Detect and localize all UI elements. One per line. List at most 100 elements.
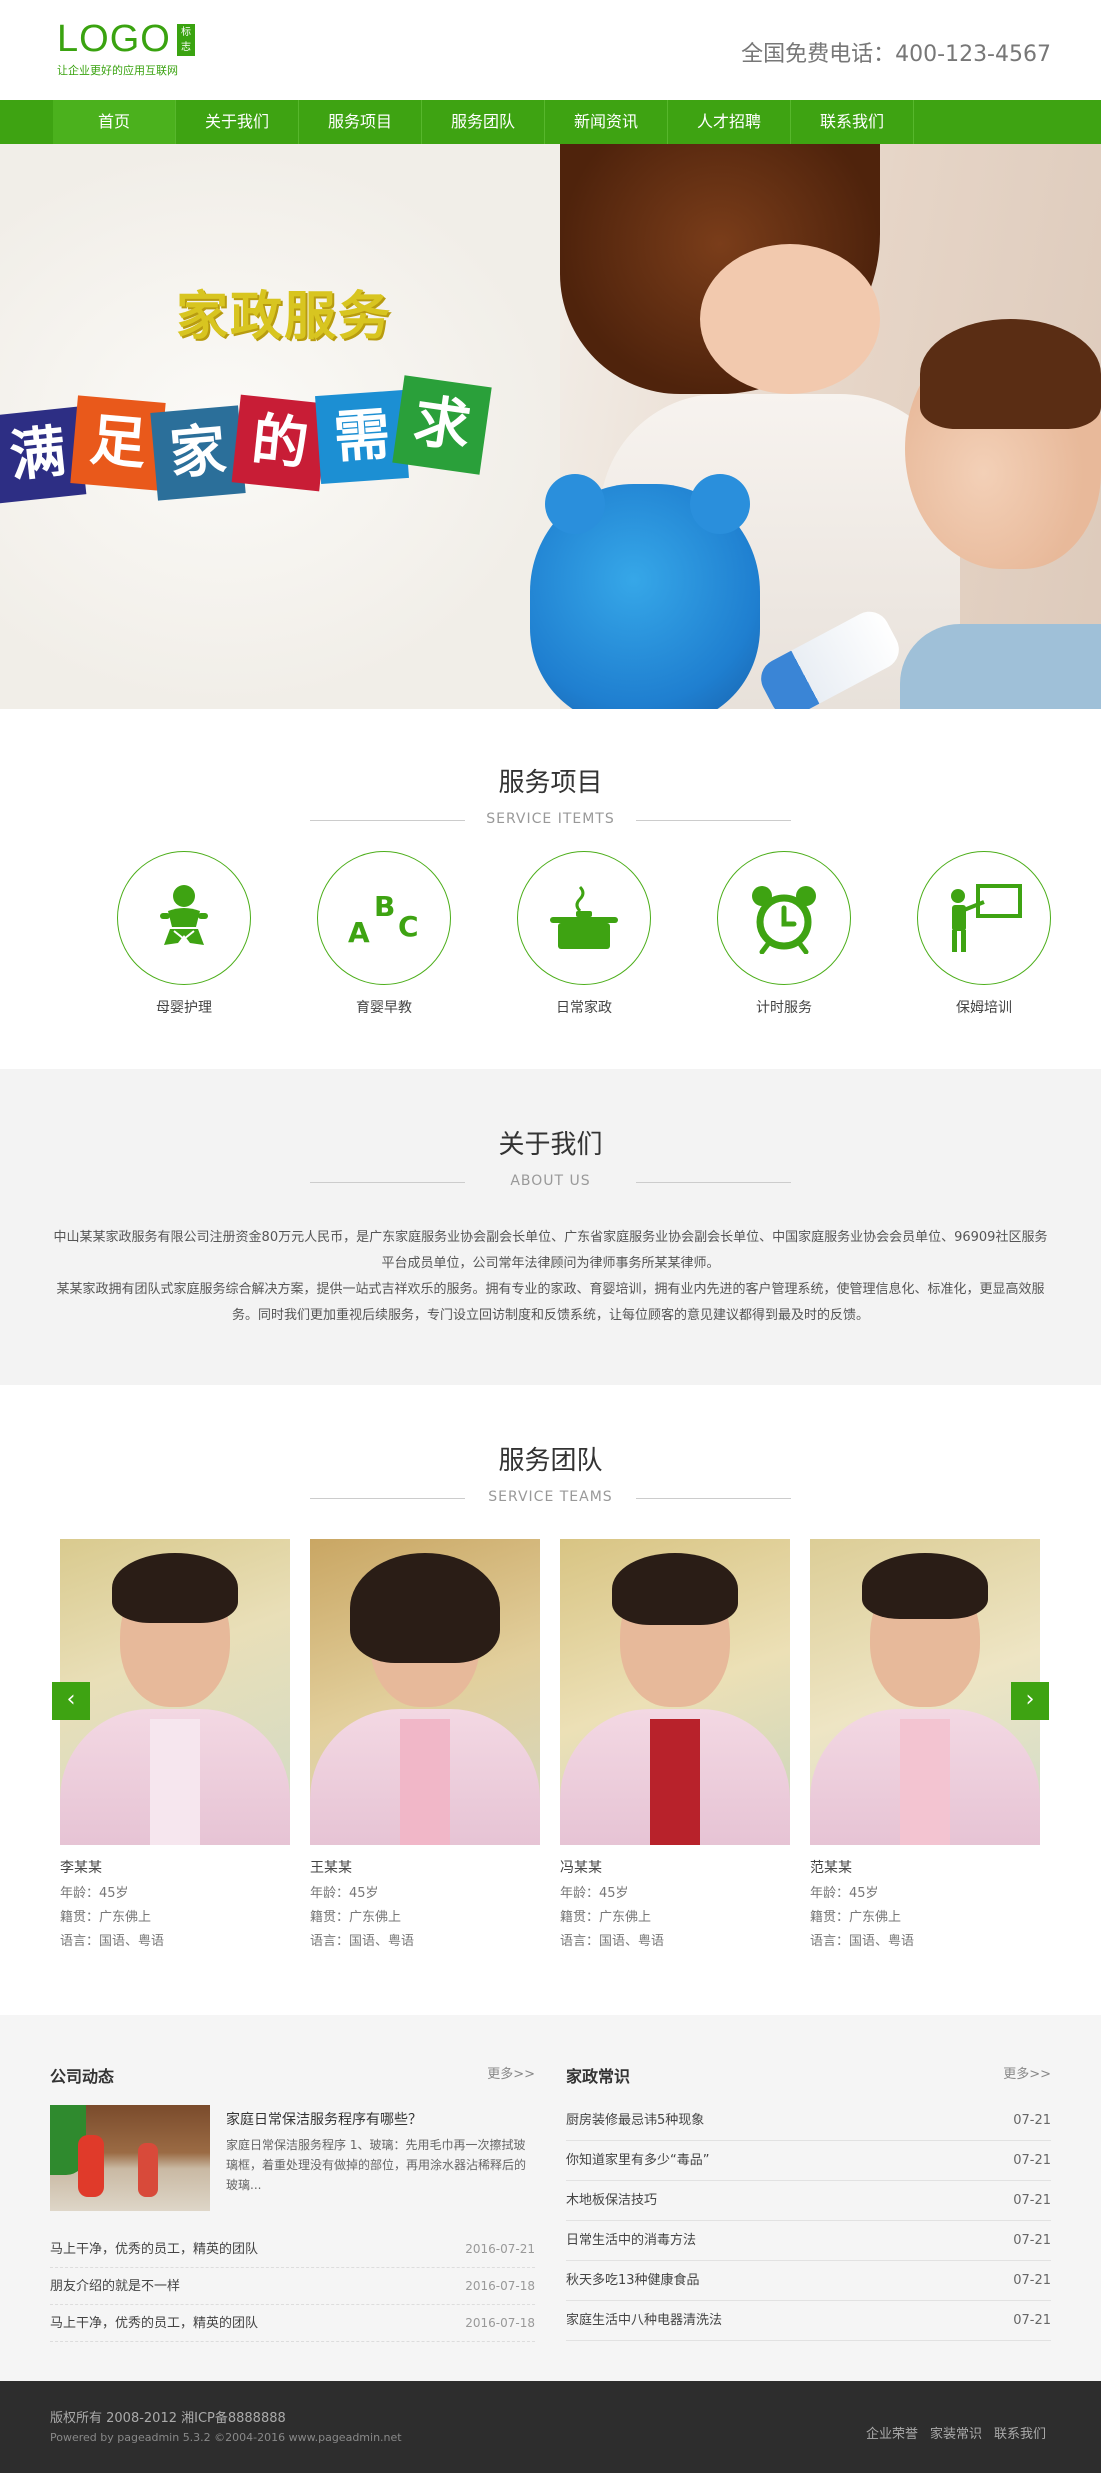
services-section: 服务项目 SERVICE ITEMTS 母婴护理 A B C 育婴早教 日常家政… <box>0 709 1101 1069</box>
carousel-next-button[interactable]: › <box>1011 1682 1049 1720</box>
service-label: 保姆培训 <box>956 1000 1012 1016</box>
member-name: 王某某 <box>310 1860 352 1876</box>
about-paragraph: 中山某某家政服务有限公司注册资金80万元人民币，是广东家庭服务业协会副会长单位、… <box>53 1230 1048 1271</box>
member-name: 范某某 <box>810 1860 852 1876</box>
nav-home[interactable]: 首页 <box>53 100 176 144</box>
knowledge-item-date: 07-21 <box>1013 2233 1051 2248</box>
news-item-title: 马上干净，优秀的员工，精英的团队 <box>50 2316 259 2331</box>
knowledge-title: 家政常识 <box>566 2067 631 2086</box>
member-name: 李某某 <box>60 1860 102 1876</box>
service-training[interactable]: 保姆培训 <box>884 851 1084 1017</box>
news-list-item[interactable]: 朋友介绍的就是不一样 2016-07-18 <box>50 2268 535 2305</box>
knowledge-list-item[interactable]: 厨房装修最忌讳5种现象 07-21 <box>566 2101 1051 2141</box>
nav-about[interactable]: 关于我们 <box>176 100 299 144</box>
nav-services[interactable]: 服务项目 <box>299 100 422 144</box>
baby-icon <box>117 851 251 985</box>
knowledge-list-item[interactable]: 家庭生活中八种电器清洗法 07-21 <box>566 2301 1051 2341</box>
nav-jobs[interactable]: 人才招聘 <box>668 100 791 144</box>
knowledge-item-date: 07-21 <box>1013 2113 1051 2128</box>
member-age: 年龄：45岁 <box>810 1886 879 1901</box>
header: LOGO 标志 让企业更好的应用互联网 全国免费电话：400-123-4567 <box>0 0 1101 100</box>
nav-contact[interactable]: 联系我们 <box>791 100 914 144</box>
member-age: 年龄：45岁 <box>560 1886 629 1901</box>
member-origin: 籍贯：广东佛上 <box>810 1910 902 1925</box>
service-label: 母婴护理 <box>156 1000 212 1016</box>
news-item-date: 2016-07-18 <box>465 2316 535 2330</box>
footer-copyright: 版权所有 2008-2012 湘ICP备8888888 <box>50 2411 286 2426</box>
svg-text:C: C <box>398 910 419 943</box>
knowledge-item-title: 秋天多吃13种健康食品 <box>566 2273 700 2288</box>
team-member-card[interactable]: 冯某某 年龄：45岁 籍贯：广东佛上 语言：国语、粤语 <box>560 1539 790 1949</box>
member-name: 冯某某 <box>560 1860 602 1876</box>
hotline: 全国免费电话：400-123-4567 <box>741 42 1051 67</box>
about-text: 中山某某家政服务有限公司注册资金80万元人民币，是广东家庭服务业协会副会长单位、… <box>51 1225 1051 1329</box>
footer-link-contact[interactable]: 联系我们 <box>994 2423 1046 2442</box>
company-news-more-link[interactable]: 更多>> <box>487 2063 535 2087</box>
knowledge-more-link[interactable]: 更多>> <box>1003 2063 1051 2087</box>
footer-links: 企业荣誉 家装常识 联系我们 <box>854 2423 1046 2442</box>
knowledge-list-item[interactable]: 秋天多吃13种健康食品 07-21 <box>566 2261 1051 2301</box>
team-member-card[interactable]: 王某某 年龄：45岁 籍贯：广东佛上 语言：国语、粤语 <box>310 1539 540 1949</box>
knowledge-list-item[interactable]: 你知道家里有多少“毒品” 07-21 <box>566 2141 1051 2181</box>
carousel-prev-button[interactable]: ‹ <box>52 1682 90 1720</box>
team-member-card[interactable]: 范某某 年龄：45岁 籍贯：广东佛上 语言：国语、粤语 <box>810 1539 1040 1949</box>
about-paragraph: 某某家政拥有团队式家庭服务综合解决方案，提供一站式吉祥欢乐的服务。拥有专业的家政… <box>56 1282 1045 1323</box>
bear-ear <box>545 474 605 534</box>
teams-subtitle: SERVICE TEAMS <box>0 1489 1101 1505</box>
featured-news-image <box>50 2105 210 2211</box>
member-age: 年龄：45岁 <box>60 1886 129 1901</box>
knowledge-item-title: 你知道家里有多少“毒品” <box>566 2153 710 2168</box>
logo-slogan: 让企业更好的应用互联网 <box>57 64 178 77</box>
nav-news[interactable]: 新闻资讯 <box>545 100 668 144</box>
about-title: 关于我们 <box>498 1130 603 1160</box>
hero-banner[interactable]: 家政服务 满 足 家 的 需 求 <box>0 144 1101 709</box>
teams-title: 服务团队 <box>498 1446 603 1476</box>
knowledge-item-title: 日常生活中的消毒方法 <box>566 2233 697 2248</box>
featured-news-title[interactable]: 家庭日常保洁服务程序有哪些？ <box>226 2109 535 2129</box>
knowledge-news: 家政常识 更多>> 厨房装修最忌讳5种现象 07-21 你知道家里有多少“毒品”… <box>566 2063 1051 2341</box>
banner-tile: 足 <box>70 395 166 491</box>
member-photo <box>310 1539 540 1845</box>
bear-ear <box>690 474 750 534</box>
team-member-card[interactable]: 李某某 年龄：45岁 籍贯：广东佛上 语言：国语、粤语 <box>60 1539 290 1949</box>
member-age: 年龄：45岁 <box>310 1886 379 1901</box>
knowledge-item-title: 厨房装修最忌讳5种现象 <box>566 2113 705 2128</box>
news-list-item[interactable]: 马上干净，优秀的员工，精英的团队 2016-07-18 <box>50 2305 535 2342</box>
knowledge-list-item[interactable]: 日常生活中的消毒方法 07-21 <box>566 2221 1051 2261</box>
knowledge-item-date: 07-21 <box>1013 2313 1051 2328</box>
knowledge-item-date: 07-21 <box>1013 2273 1051 2288</box>
footer: 版权所有 2008-2012 湘ICP备8888888 Powered by p… <box>0 2381 1101 2473</box>
services-subtitle: SERVICE ITEMTS <box>0 811 1101 827</box>
member-photo <box>810 1539 1040 1845</box>
member-language: 语言：国语、粤语 <box>560 1934 665 1949</box>
footer-powered-by: Powered by pageadmin 5.3.2 ©2004-2016 ww… <box>50 2431 402 2444</box>
service-maternity[interactable]: 母婴护理 <box>84 851 284 1017</box>
service-housekeeping[interactable]: 日常家政 <box>484 851 684 1017</box>
service-label: 计时服务 <box>756 1000 812 1016</box>
knowledge-item-date: 07-21 <box>1013 2193 1051 2208</box>
service-early-education[interactable]: A B C 育婴早教 <box>284 851 484 1017</box>
featured-news[interactable]: 家庭日常保洁服务程序有哪些？ 家庭日常保洁服务程序 1、玻璃：先用毛巾再一次擦拭… <box>50 2105 535 2211</box>
cooking-pot-icon <box>517 851 651 985</box>
teacher-board-icon <box>917 851 1051 985</box>
footer-link-knowledge[interactable]: 家装常识 <box>930 2423 982 2442</box>
about-subtitle: ABOUT US <box>0 1173 1101 1189</box>
about-section: 关于我们 ABOUT US 中山某某家政服务有限公司注册资金80万元人民币，是广… <box>0 1069 1101 1385</box>
nav-teams[interactable]: 服务团队 <box>422 100 545 144</box>
logo-badge: 标志 <box>177 24 195 56</box>
alarm-clock-icon <box>717 851 851 985</box>
member-language: 语言：国语、粤语 <box>810 1934 915 1949</box>
banner-tile: 求 <box>392 375 492 475</box>
company-news: 公司动态 更多>> 家庭日常保洁服务程序有哪些？ 家庭日常保洁服务程序 1、玻璃… <box>50 2063 535 2342</box>
company-news-title: 公司动态 <box>50 2067 115 2086</box>
member-origin: 籍贯：广东佛上 <box>560 1910 652 1925</box>
member-photo <box>560 1539 790 1845</box>
knowledge-list-item[interactable]: 木地板保洁技巧 07-21 <box>566 2181 1051 2221</box>
news-list-item[interactable]: 马上干净，优秀的员工，精英的团队 2016-07-21 <box>50 2231 535 2268</box>
footer-link-honor[interactable]: 企业荣誉 <box>866 2423 918 2442</box>
service-label: 育婴早教 <box>356 1000 412 1016</box>
site-logo[interactable]: LOGO 标志 让企业更好的应用互联网 <box>57 18 195 77</box>
logo-text: LOGO <box>57 18 171 60</box>
service-hourly[interactable]: 计时服务 <box>684 851 884 1017</box>
teams-section: 服务团队 SERVICE TEAMS 李某某 年龄：45岁 籍贯：广东佛上 语言… <box>0 1385 1101 2015</box>
